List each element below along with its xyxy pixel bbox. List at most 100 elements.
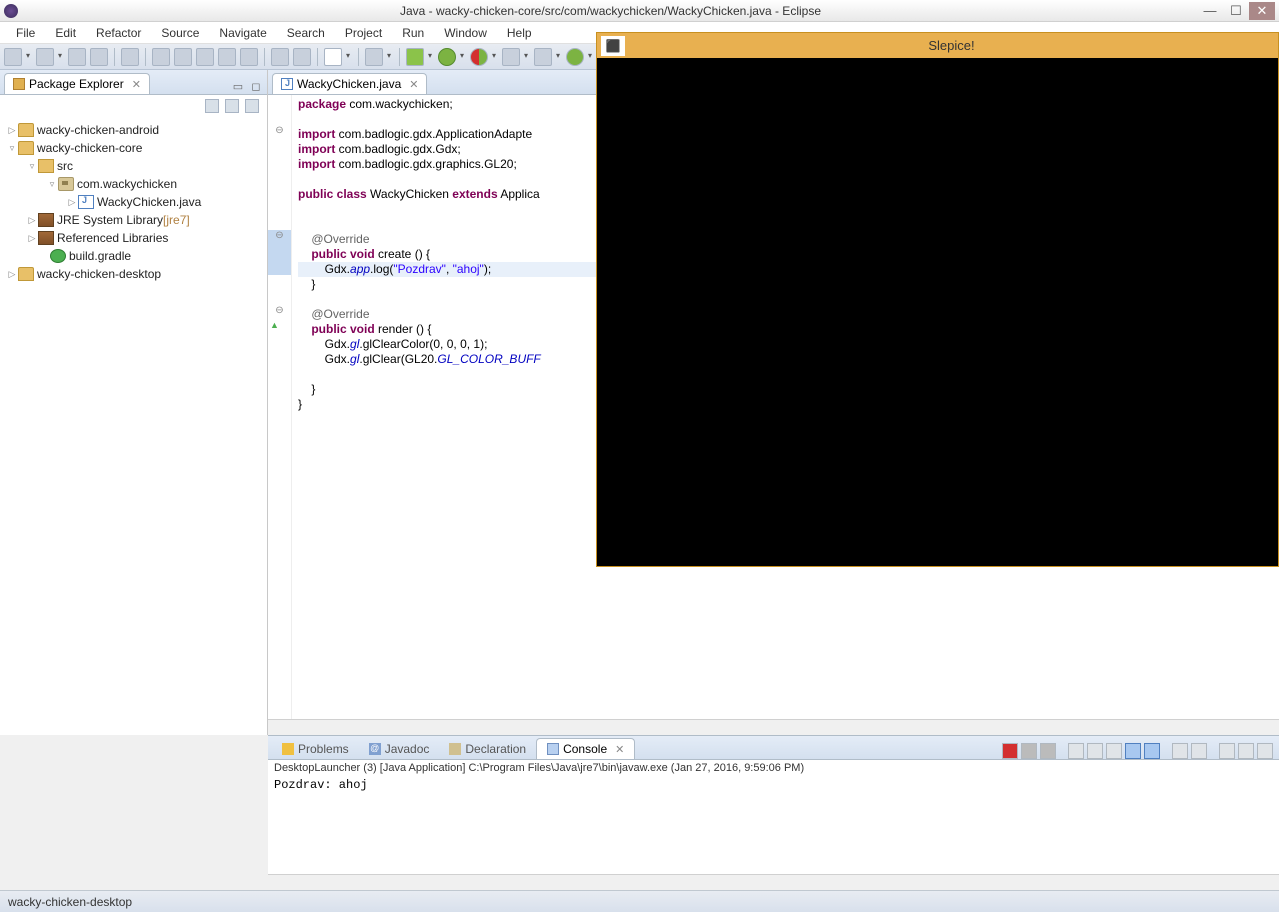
external-tools-button[interactable] [502, 48, 520, 66]
tree-gradle[interactable]: build.gradle [2, 247, 265, 265]
annotation-button[interactable] [174, 48, 192, 66]
bottom-tab-bar: Problems @Javadoc Declaration Console✕ [268, 736, 1279, 760]
close-button[interactable]: ✕ [1249, 2, 1275, 20]
horizontal-scrollbar[interactable] [268, 719, 1279, 735]
library-icon [38, 231, 54, 245]
project-tree[interactable]: ▷wacky-chicken-android ▿wacky-chicken-co… [0, 117, 267, 735]
toolbar-separator [358, 48, 359, 66]
project-icon [18, 267, 34, 281]
game-canvas[interactable] [597, 58, 1278, 566]
close-icon[interactable]: ✕ [132, 78, 141, 91]
package-explorer-icon [13, 78, 25, 90]
toolbar-separator [145, 48, 146, 66]
tab-javadoc[interactable]: @Javadoc [359, 739, 440, 759]
new-button[interactable] [4, 48, 22, 66]
close-icon[interactable]: ✕ [409, 78, 418, 91]
menu-source[interactable]: Source [151, 23, 209, 43]
collapse-all-icon[interactable] [205, 99, 219, 113]
menu-refactor[interactable]: Refactor [86, 23, 151, 43]
maximize-view-icon[interactable]: ◻ [249, 80, 263, 94]
tree-project[interactable]: ▷wacky-chicken-desktop [2, 265, 265, 283]
menu-run[interactable]: Run [392, 23, 434, 43]
toolbar-separator [264, 48, 265, 66]
toolbar-separator [317, 48, 318, 66]
new-java-button[interactable] [365, 48, 383, 66]
eclipse-icon [4, 4, 18, 18]
minimize-view-icon[interactable]: ▭ [231, 80, 245, 94]
project-icon [18, 141, 34, 155]
menu-search[interactable]: Search [277, 23, 335, 43]
game-window-icon: ⬛ [601, 36, 625, 56]
console-launch-info: DesktopLauncher (3) [Java Application] C… [268, 760, 1279, 776]
link-editor-icon[interactable] [225, 99, 239, 113]
save-all-button[interactable] [68, 48, 86, 66]
tree-reflib[interactable]: ▷Referenced Libraries [2, 229, 265, 247]
minimize-button[interactable]: — [1197, 2, 1223, 20]
package-icon [58, 177, 74, 191]
task-button[interactable] [196, 48, 214, 66]
problems-icon [282, 743, 294, 755]
toggle-button[interactable] [240, 48, 258, 66]
view-menu-icon[interactable] [245, 99, 259, 113]
open-type-button[interactable] [121, 48, 139, 66]
window-title: Java - wacky-chicken-core/src/com/wackyc… [24, 4, 1197, 18]
window-titlebar: Java - wacky-chicken-core/src/com/wackyc… [0, 0, 1279, 22]
editor-tab[interactable]: WackyChicken.java ✕ [272, 73, 427, 94]
bookmark-button[interactable] [218, 48, 236, 66]
debug-button[interactable] [406, 48, 424, 66]
game-window[interactable]: ⬛ Slepice! [596, 32, 1279, 567]
search-button[interactable] [152, 48, 170, 66]
menu-edit[interactable]: Edit [45, 23, 86, 43]
breakpoint-button[interactable] [534, 48, 552, 66]
close-icon[interactable]: ✕ [615, 743, 624, 756]
run-config-button[interactable] [324, 48, 342, 66]
package-explorer-tab[interactable]: Package Explorer ✕ [4, 73, 150, 94]
build-all-button[interactable] [293, 48, 311, 66]
view-tab-bar: Package Explorer ✕ ▭ ◻ [0, 70, 267, 95]
menu-window[interactable]: Window [434, 23, 497, 43]
tree-jre[interactable]: ▷JRE System Library [jre7] [2, 211, 265, 229]
src-folder-icon [38, 159, 54, 173]
horizontal-scrollbar[interactable] [268, 874, 1279, 890]
tab-label: Package Explorer [29, 77, 124, 91]
editor-gutter[interactable]: ⊖ ⊖ ⊖ [268, 95, 292, 719]
menu-project[interactable]: Project [335, 23, 392, 43]
print-button[interactable] [90, 48, 108, 66]
game-window-titlebar[interactable]: ⬛ Slepice! [597, 33, 1278, 58]
java-file-icon [78, 195, 94, 209]
sync-button[interactable] [566, 48, 584, 66]
menu-file[interactable]: File [6, 23, 45, 43]
tree-package[interactable]: ▿com.wackychicken [2, 175, 265, 193]
console-output[interactable]: Pozdrav: ahoj [268, 776, 1279, 874]
coverage-button[interactable] [470, 48, 488, 66]
maximize-button[interactable]: ☐ [1223, 2, 1249, 20]
gradle-icon [50, 249, 66, 263]
build-button[interactable] [271, 48, 289, 66]
run-button[interactable] [438, 48, 456, 66]
library-icon [38, 213, 54, 227]
bottom-panel: Problems @Javadoc Declaration Console✕ D… [268, 735, 1279, 890]
tab-problems[interactable]: Problems [272, 739, 359, 759]
tab-declaration[interactable]: Declaration [439, 739, 536, 759]
tree-project[interactable]: ▿wacky-chicken-core [2, 139, 265, 157]
console-icon [547, 743, 559, 755]
tree-project[interactable]: ▷wacky-chicken-android [2, 121, 265, 139]
tree-src[interactable]: ▿src [2, 157, 265, 175]
tab-console[interactable]: Console✕ [536, 738, 635, 759]
statusbar: wacky-chicken-desktop [0, 890, 1279, 912]
save-button[interactable] [36, 48, 54, 66]
tree-java-file[interactable]: ▷WackyChicken.java [2, 193, 265, 211]
package-explorer-toolbar [0, 95, 267, 117]
javadoc-icon: @ [369, 743, 381, 755]
status-text: wacky-chicken-desktop [8, 895, 132, 909]
menu-help[interactable]: Help [497, 23, 542, 43]
package-explorer-view: Package Explorer ✕ ▭ ◻ ▷wacky-chicken-an… [0, 70, 268, 735]
menu-navigate[interactable]: Navigate [209, 23, 276, 43]
toolbar-separator [399, 48, 400, 66]
game-window-title: Slepice! [625, 38, 1278, 53]
java-file-icon [281, 78, 293, 90]
declaration-icon [449, 743, 461, 755]
project-icon [18, 123, 34, 137]
editor-tab-label: WackyChicken.java [297, 77, 401, 91]
toolbar-separator [114, 48, 115, 66]
